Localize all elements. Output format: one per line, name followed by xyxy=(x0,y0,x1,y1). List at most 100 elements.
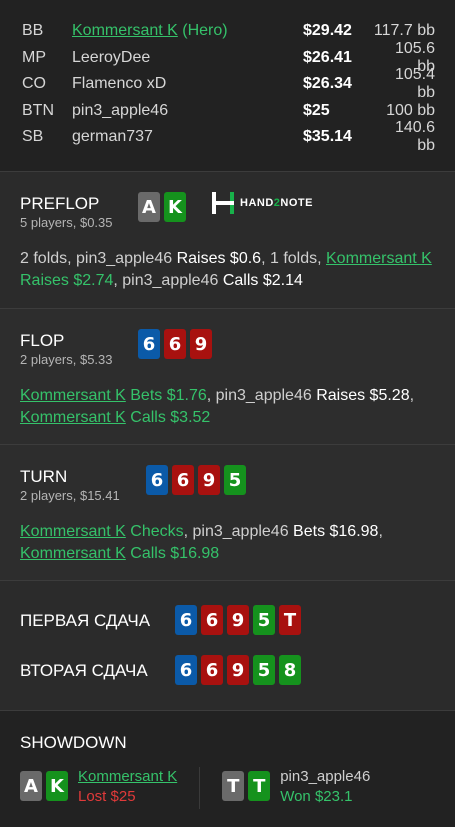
player-position: BTN xyxy=(22,101,54,119)
street-turn: TURN 2 players, $15.41 6695 Kommersant K… xyxy=(0,445,455,581)
board-cards: 66958 xyxy=(175,655,301,685)
run-label: ПЕРВАЯ СДАЧА xyxy=(20,611,151,630)
action-text: , 1 folds, xyxy=(261,250,326,267)
run-label: ВТОРАЯ СДАЧА xyxy=(20,661,148,680)
playing-card: 6 xyxy=(201,605,223,635)
playing-card: T xyxy=(279,605,301,635)
board-cards: 669 xyxy=(138,329,212,359)
action-text: 2 folds, pin3_apple46 xyxy=(20,250,177,267)
player-name-link[interactable]: Kommersant K xyxy=(20,545,126,562)
hole-cards: AK xyxy=(20,771,68,801)
action-text: , pin3_apple46 xyxy=(206,387,317,404)
playing-card: 6 xyxy=(138,329,160,359)
player-stack: $29.42 xyxy=(303,22,352,40)
player-stack: $26.41 xyxy=(303,48,352,66)
player-name: Flamenco xD xyxy=(72,75,167,93)
player-position: MP xyxy=(22,48,46,66)
street-pot: 5 players, $0.35 xyxy=(20,215,113,230)
player-name-link[interactable]: Kommersant K xyxy=(20,523,126,540)
player-result: Lost $25 xyxy=(78,788,136,805)
action-text: , pin3_apple46 xyxy=(183,523,294,540)
hero-action: Checks xyxy=(125,523,184,540)
street-name: FLOP xyxy=(20,331,65,350)
playing-card: T xyxy=(248,771,271,801)
street-actions: Kommersant K Bets $1.76, pin3_apple46 Ra… xyxy=(20,385,435,429)
hero-action: Calls $16.98 xyxy=(125,545,220,562)
player-name[interactable]: Kommersant K (Hero) xyxy=(72,22,303,40)
run-second: ВТОРАЯ СДАЧА 66958 xyxy=(20,655,435,687)
villain-action: Bets $16.98 xyxy=(293,523,379,540)
player-stack-bb: 117.7 bb xyxy=(373,22,435,40)
hero-action: Bets $1.76 xyxy=(125,387,207,404)
playing-card: 8 xyxy=(279,655,301,685)
playing-card: 9 xyxy=(198,465,220,495)
hero-cards: AK xyxy=(138,192,186,222)
players-table: BB Kommersant K (Hero) $29.42 117.7 bb MP Lee… xyxy=(0,0,455,172)
board-cards: 6695T xyxy=(175,605,301,635)
action-text: , xyxy=(409,387,415,404)
playing-card: 5 xyxy=(253,605,275,635)
action-text: , pin3_apple46 xyxy=(113,272,223,289)
playing-card: 9 xyxy=(227,605,249,635)
divider xyxy=(199,767,201,809)
street-flop: FLOP 2 players, $5.33 669 Kommersant K B… xyxy=(0,309,455,445)
player-result: Won $23.1 xyxy=(280,788,353,805)
showdown: SHOWDOWN AK Kommersant K Lost $25 TT pin… xyxy=(0,711,455,827)
villain-action: Raises $0.6 xyxy=(176,250,262,267)
player-name: pin3_apple46 xyxy=(72,101,169,119)
player-stack: $25 xyxy=(303,101,330,119)
action-text: , xyxy=(378,523,383,540)
showdown-player-villain: TT pin3_apple46 Won $23.1 xyxy=(222,767,370,809)
player-position: BB xyxy=(22,22,44,40)
street-name: TURN xyxy=(20,467,68,486)
hand2note-wordmark: HAND2NOTE xyxy=(240,197,313,209)
player-stack-bb: 100 bb xyxy=(386,101,435,119)
playing-card: 6 xyxy=(175,655,197,685)
player-name: german737 xyxy=(72,128,153,146)
playing-card: 6 xyxy=(201,655,223,685)
playing-card: 9 xyxy=(190,329,212,359)
street-actions: 2 folds, pin3_apple46 Raises $0.6, 1 fol… xyxy=(20,248,435,292)
street-pot: 2 players, $15.41 xyxy=(20,488,120,503)
player-position: CO xyxy=(22,75,46,93)
playing-card: 9 xyxy=(227,655,249,685)
showdown-title: SHOWDOWN xyxy=(20,733,127,752)
run-it-twice: ПЕРВАЯ СДАЧА 6695T ВТОРАЯ СДАЧА 66958 xyxy=(0,581,455,711)
playing-card: 5 xyxy=(253,655,275,685)
playing-card: 6 xyxy=(175,605,197,635)
playing-card: K xyxy=(164,192,186,222)
player-stack: $35.14 xyxy=(303,128,352,146)
player-stack: $26.34 xyxy=(303,75,352,93)
player-row: SB german737 $35.14 140.6 bb xyxy=(22,119,435,154)
playing-card: T xyxy=(222,771,245,801)
run-first: ПЕРВАЯ СДАЧА 6695T xyxy=(20,605,435,637)
player-name: pin3_apple46 xyxy=(280,768,371,785)
playing-card: 5 xyxy=(224,465,246,495)
playing-card: K xyxy=(46,771,68,801)
playing-card: 6 xyxy=(164,329,186,359)
player-row: CO Flamenco xD $26.34 105.4 bb xyxy=(22,66,435,101)
showdown-player-hero: AK Kommersant K Lost $25 xyxy=(20,767,177,809)
player-name-link[interactable]: Kommersant K xyxy=(20,409,126,426)
hero-action: Calls $3.52 xyxy=(125,409,211,426)
board-cards: 6695 xyxy=(146,465,246,495)
player-position: SB xyxy=(22,128,44,146)
street-pot: 2 players, $5.33 xyxy=(20,352,113,367)
hand2note-icon xyxy=(212,192,234,214)
player-stack-bb: 105.4 bb xyxy=(394,66,435,102)
player-stack-bb: 140.6 bb xyxy=(394,119,435,155)
street-actions: Kommersant K Checks, pin3_apple46 Bets $… xyxy=(20,521,435,565)
playing-card: 6 xyxy=(146,465,168,495)
playing-card: 6 xyxy=(172,465,194,495)
hand2note-logo: HAND2NOTE xyxy=(212,192,313,214)
villain-action: Calls $2.14 xyxy=(222,272,303,289)
player-name-link[interactable]: Kommersant K xyxy=(20,387,126,404)
street-name: PREFLOP xyxy=(20,194,100,213)
playing-card: A xyxy=(20,771,42,801)
hole-cards: TT xyxy=(222,771,271,801)
player-name-link[interactable]: Kommersant K xyxy=(78,767,177,787)
hero-action: Raises $2.74 xyxy=(20,272,114,289)
player-name-link[interactable]: Kommersant K xyxy=(326,250,432,267)
player-name: LeeroyDee xyxy=(72,48,151,66)
villain-action: Raises $5.28 xyxy=(316,387,410,404)
